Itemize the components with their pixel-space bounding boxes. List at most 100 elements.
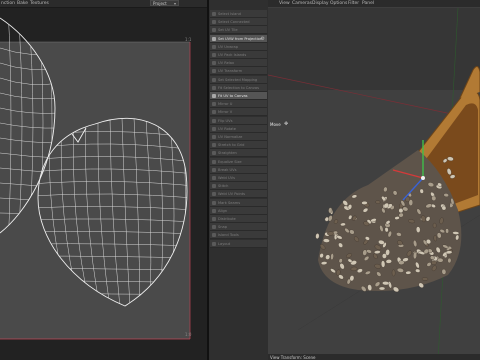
tool-label: Layout: [218, 241, 231, 246]
coffee-bean: [391, 269, 396, 277]
tool-button[interactable]: Fit UV to Canvas: [210, 92, 267, 100]
tool-icon: [212, 135, 216, 139]
tool-label: Fit Selection to Canvas: [218, 85, 259, 90]
tool-button[interactable]: UV Pack Islands: [210, 51, 267, 59]
tool-button[interactable]: Break UVs: [210, 165, 267, 174]
tool-label: Stretch to Grid: [218, 143, 245, 148]
tool-button[interactable]: Mirror U: [210, 100, 267, 109]
tool-button[interactable]: Stretch to Grid: [210, 141, 267, 150]
uv-island-right-grid: [38, 118, 187, 306]
tool-button[interactable]: Mark Seams: [210, 198, 267, 207]
tool-icon: [212, 159, 216, 164]
coffee-bean: [431, 195, 437, 201]
tool-icon: [212, 20, 216, 25]
tool-button[interactable]: Distribute: [210, 215, 267, 223]
tool-label: Mark Seams: [218, 200, 241, 205]
tool-label: Snap: [218, 225, 228, 230]
tool-button[interactable]: Snap: [210, 223, 267, 232]
tool-button[interactable]: Weld UVs: [210, 174, 267, 182]
tool-label: Weld UV Points: [218, 192, 246, 197]
tool-label: UV Unwrap: [218, 44, 239, 49]
tool-icon: [212, 143, 216, 148]
tool-label: Island Tools: [218, 233, 239, 238]
coffee-bean: [431, 260, 437, 265]
tool-icon: [212, 217, 216, 221]
tool-icon: [212, 94, 216, 98]
tool-label: UV Transform: [218, 69, 243, 74]
tool-button[interactable]: Layout: [210, 239, 267, 248]
tool-button[interactable]: Set UVW from Projection ⚙: [210, 34, 267, 43]
tool-icon: [212, 233, 216, 238]
tool-icon: [212, 36, 216, 41]
tool-icon: [212, 200, 216, 205]
menu-textures[interactable]: Textures: [30, 0, 49, 7]
tool-icon: [212, 69, 216, 74]
coffee-bean: [382, 281, 390, 286]
tool-label: Fit UV to Canvas: [218, 94, 248, 98]
tool-icon: [212, 53, 216, 57]
view-dropdown-value: Project: [153, 1, 167, 6]
coffee-bean: [327, 231, 335, 236]
view-transform-label: View Transform: Scene: [270, 355, 316, 360]
menu-function[interactable]: nction: [1, 0, 15, 7]
uv-island-left-grid: [0, 18, 55, 233]
tool-icon: [212, 12, 216, 16]
tool-button[interactable]: Fit Selection to Canvas: [210, 83, 267, 92]
coffee-bean: [445, 250, 453, 255]
gizmo-center[interactable]: [421, 176, 425, 180]
tool-icon: [212, 85, 216, 90]
coffee-bean: [328, 207, 333, 214]
coffee-bean: [432, 222, 437, 229]
move-tool-label[interactable]: Move: [270, 122, 281, 127]
menu-bake[interactable]: Bake: [17, 0, 28, 7]
tool-label: Mirror V: [218, 110, 233, 115]
tool-button[interactable]: UV Rotate: [210, 124, 267, 133]
tool-label: UV Pack Islands: [218, 53, 247, 57]
uv-controls: + ≡ ⌂: [178, 0, 205, 17]
coffee-bean: [437, 257, 444, 263]
coffee-bean: [382, 253, 387, 259]
tool-button[interactable]: Select Island: [210, 10, 267, 18]
uv-editor-panel: nction Bake Textures Project ▾ + ≡ ⌂: [0, 0, 207, 360]
tool-label: Select Island: [218, 12, 241, 16]
tool-label: Mirror U: [218, 102, 233, 107]
tool-button[interactable]: UV Unwrap: [210, 42, 267, 51]
tool-button[interactable]: Flip UVs: [210, 116, 267, 125]
tool-button[interactable]: Weld UV Points: [210, 190, 267, 199]
tool-icon: [212, 118, 216, 123]
tool-label: Set UV Tile: [218, 28, 238, 33]
tool-button[interactable]: Mirror V: [210, 108, 267, 117]
move-icon[interactable]: ✥: [284, 121, 288, 127]
tool-button[interactable]: Set UV Tile: [210, 26, 267, 35]
tool-button[interactable]: Stitch: [210, 182, 267, 191]
tool-icon: [212, 61, 216, 66]
view-dropdown[interactable]: Project ▾: [150, 0, 179, 6]
tool-button[interactable]: UV Normalize: [210, 133, 267, 141]
tool-label: Select Connected: [218, 20, 250, 25]
tool-button[interactable]: Equalize Size: [210, 157, 267, 166]
uv-canvas[interactable]: 1:1 1:0: [0, 8, 207, 360]
tool-button[interactable]: Island Tools: [210, 231, 267, 240]
tool-button[interactable]: Set Selected Mapping: [210, 75, 267, 84]
viewport-background-upper: [268, 8, 480, 90]
coffee-bean: [361, 201, 368, 205]
gear-icon[interactable]: ⚙: [261, 36, 265, 42]
coffee-bean: [405, 270, 412, 275]
tool-label: Equalize Size: [218, 159, 242, 164]
viewport-scene: [268, 7, 480, 360]
3d-viewport[interactable]: View Cameras Display Options Filter Pane…: [268, 0, 480, 360]
chevron-down-icon: ▾: [173, 1, 176, 6]
viewport-status-bar: View Transform: Scene: [268, 354, 480, 360]
tool-button[interactable]: Align: [210, 206, 267, 215]
uv-menubar: nction Bake Textures Project ▾ + ≡ ⌂: [0, 0, 207, 17]
tool-button[interactable]: Select Connected: [210, 18, 267, 27]
tool-label: Stitch: [218, 184, 229, 189]
tool-button[interactable]: Straighten: [210, 149, 267, 158]
tool-icon: [212, 176, 216, 180]
tool-label: UV Relax: [218, 61, 235, 66]
tool-icon: [212, 110, 216, 115]
tool-button[interactable]: UV Relax: [210, 59, 267, 68]
coffee-bean: [413, 252, 417, 260]
tool-button[interactable]: UV Transform: [210, 67, 267, 76]
coffee-bean: [375, 200, 381, 204]
